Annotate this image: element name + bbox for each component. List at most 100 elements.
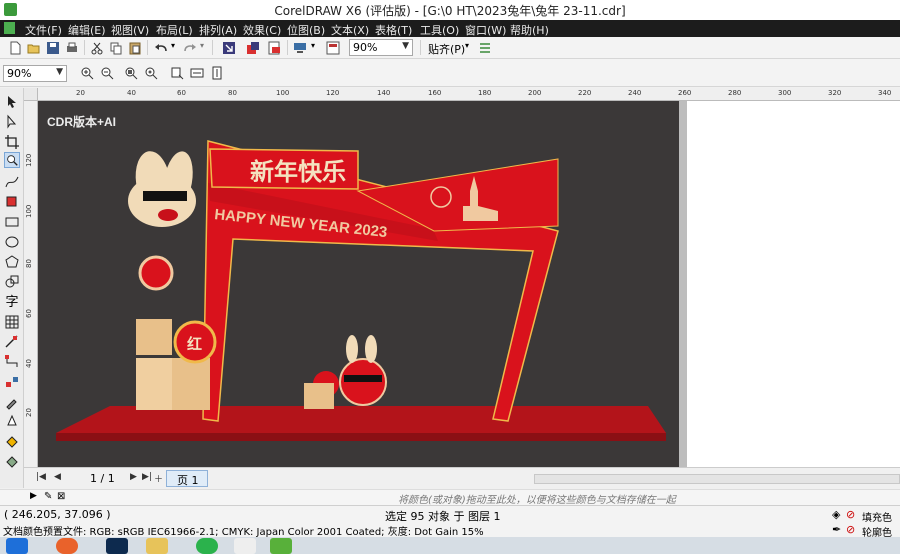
drawing-window[interactable]: CDR版本+AI 新年快乐 HAPPY NEW YEAR 2023 红 bbox=[38, 101, 900, 467]
wechat-icon[interactable] bbox=[196, 538, 218, 554]
zoom-level-select[interactable]: 90% ▼ bbox=[349, 39, 413, 56]
zoom-to-page-height-icon[interactable] bbox=[210, 66, 224, 80]
open-icon[interactable] bbox=[27, 41, 41, 55]
document-menu-icon[interactable] bbox=[4, 22, 15, 34]
fill-tool-icon[interactable] bbox=[4, 434, 20, 450]
no-outline-icon[interactable]: ⊘ bbox=[846, 523, 855, 536]
page-counter: 1 / 1 bbox=[90, 472, 115, 485]
zoom-in-icon[interactable] bbox=[80, 66, 94, 80]
rabbit-mascot-small[interactable] bbox=[304, 335, 387, 409]
rabbit-mascot-left[interactable] bbox=[128, 149, 197, 227]
menu-effects[interactable]: 效果(C) bbox=[243, 22, 281, 38]
title-bar: CorelDRAW X6 (评估版) - [G:\0 HT\2023兔年\兔年 … bbox=[0, 0, 900, 20]
paste-icon[interactable] bbox=[128, 41, 142, 55]
blend-tool-icon[interactable] bbox=[4, 374, 20, 390]
file-icon[interactable] bbox=[234, 538, 256, 554]
outline-pen-tool-icon[interactable] bbox=[4, 414, 20, 430]
menu-view[interactable]: 视图(V) bbox=[111, 22, 149, 38]
undo-icon[interactable] bbox=[154, 41, 168, 55]
play-icon[interactable]: ▶ bbox=[30, 491, 37, 501]
rectangle-tool-icon[interactable] bbox=[4, 214, 20, 230]
menu-arrange[interactable]: 排列(A) bbox=[199, 22, 237, 38]
eyedropper-icon[interactable]: ✎ bbox=[44, 491, 52, 502]
coreldraw-icon[interactable] bbox=[270, 538, 292, 554]
separator bbox=[147, 40, 148, 55]
separator bbox=[212, 40, 213, 55]
launcher-dropdown-arrow[interactable]: ▾ bbox=[311, 41, 315, 50]
windows-start-icon[interactable] bbox=[6, 538, 28, 554]
eyedropper-tool-icon[interactable] bbox=[4, 394, 20, 410]
add-page-button[interactable]: ＋ bbox=[154, 472, 163, 485]
shape-tool-icon[interactable] bbox=[4, 114, 20, 130]
zoom-out-icon[interactable] bbox=[100, 66, 114, 80]
application-launcher-icon[interactable] bbox=[293, 41, 307, 55]
ruler-corner[interactable] bbox=[24, 88, 38, 101]
pick-tool-icon[interactable] bbox=[4, 94, 20, 110]
document-page[interactable]: CDR版本+AI 新年快乐 HAPPY NEW YEAR 2023 红 bbox=[38, 101, 679, 467]
horizontal-ruler[interactable]: 20 40 60 80 100 120 140 160 180 200 220 … bbox=[38, 88, 900, 101]
save-icon[interactable] bbox=[46, 41, 60, 55]
options-icon[interactable] bbox=[478, 41, 492, 55]
color-profile-status[interactable]: 文档颜色预置文件: RGB: sRGB IEC61966-2.1; CMYK: … bbox=[3, 523, 484, 538]
export-icon[interactable] bbox=[246, 41, 260, 55]
menu-tools[interactable]: 工具(O) bbox=[420, 22, 459, 38]
connector-tool-icon[interactable] bbox=[4, 354, 20, 370]
chrome-icon[interactable] bbox=[56, 538, 78, 554]
text-tool-icon[interactable]: 字 bbox=[4, 291, 20, 310]
crop-tool-icon[interactable] bbox=[4, 134, 20, 150]
menu-layout[interactable]: 布局(L) bbox=[156, 22, 193, 38]
first-page-button[interactable]: |◀ bbox=[36, 472, 46, 482]
ruler-tick-label: 200 bbox=[528, 89, 542, 97]
menu-window[interactable]: 窗口(W) bbox=[465, 22, 506, 38]
zoom-to-page-icon[interactable] bbox=[170, 66, 184, 80]
basic-shapes-tool-icon[interactable] bbox=[4, 274, 20, 290]
ruler-tick-label: 300 bbox=[778, 89, 792, 97]
new-document-icon[interactable] bbox=[8, 41, 22, 55]
next-page-button[interactable]: ▶ bbox=[130, 472, 137, 482]
welcome-screen-icon[interactable] bbox=[326, 41, 340, 55]
menu-text[interactable]: 文本(X) bbox=[331, 22, 369, 38]
stage-floor[interactable] bbox=[56, 406, 666, 433]
parallel-dimension-tool-icon[interactable] bbox=[4, 334, 20, 350]
zoom-to-page-width-icon[interactable] bbox=[190, 66, 204, 80]
ellipse-tool-icon[interactable] bbox=[4, 234, 20, 250]
table-tool-icon[interactable] bbox=[4, 314, 20, 330]
import-icon[interactable] bbox=[222, 41, 236, 55]
horizontal-scrollbar[interactable] bbox=[534, 474, 900, 484]
freehand-tool-icon[interactable] bbox=[4, 174, 20, 190]
zoom-to-selected-icon[interactable] bbox=[124, 66, 138, 80]
menu-edit[interactable]: 编辑(E) bbox=[68, 22, 106, 38]
print-icon[interactable] bbox=[65, 41, 79, 55]
taskbar bbox=[0, 537, 900, 554]
vertical-ruler[interactable]: 120 100 80 60 40 20 bbox=[24, 101, 38, 467]
ruler-tick-label: 180 bbox=[478, 89, 492, 97]
copy-icon[interactable] bbox=[109, 41, 123, 55]
no-color-icon[interactable]: ⊠ bbox=[57, 491, 65, 502]
last-page-button[interactable]: ▶| bbox=[142, 472, 152, 482]
menu-file[interactable]: 文件(F) bbox=[25, 22, 62, 38]
redo-icon[interactable] bbox=[183, 41, 197, 55]
badge-character: 红 bbox=[187, 335, 202, 353]
menu-bitmaps[interactable]: 位图(B) bbox=[287, 22, 325, 38]
smart-fill-tool-icon[interactable] bbox=[4, 194, 20, 210]
artwork[interactable]: CDR版本+AI 新年快乐 HAPPY NEW YEAR 2023 红 bbox=[38, 101, 679, 467]
menu-help[interactable]: 帮助(H) bbox=[510, 22, 549, 38]
zoom-tool-icon[interactable] bbox=[4, 152, 20, 168]
undo-dropdown-arrow[interactable]: ▾ bbox=[171, 41, 175, 50]
snap-to-menu[interactable]: 贴齐(P) bbox=[428, 41, 465, 57]
interactive-fill-tool-icon[interactable] bbox=[4, 454, 20, 470]
folder-icon[interactable] bbox=[146, 538, 168, 554]
page-tab-1[interactable]: 页 1 bbox=[166, 470, 208, 487]
polygon-tool-icon[interactable] bbox=[4, 254, 20, 270]
zoom-to-all-objects-icon[interactable] bbox=[144, 66, 158, 80]
no-fill-icon[interactable]: ⊘ bbox=[846, 508, 855, 521]
previous-page-button[interactable]: ◀ bbox=[54, 472, 61, 482]
redo-dropdown-arrow[interactable]: ▾ bbox=[200, 41, 204, 50]
snap-dropdown-arrow[interactable]: ▾ bbox=[465, 41, 469, 50]
photoshop-icon[interactable] bbox=[106, 538, 128, 554]
cut-icon[interactable] bbox=[90, 41, 104, 55]
publish-pdf-icon[interactable] bbox=[267, 41, 281, 55]
separator bbox=[420, 40, 421, 55]
menu-table[interactable]: 表格(T) bbox=[375, 22, 412, 38]
zoom-levels-select[interactable]: 90% ▼ bbox=[3, 65, 67, 82]
